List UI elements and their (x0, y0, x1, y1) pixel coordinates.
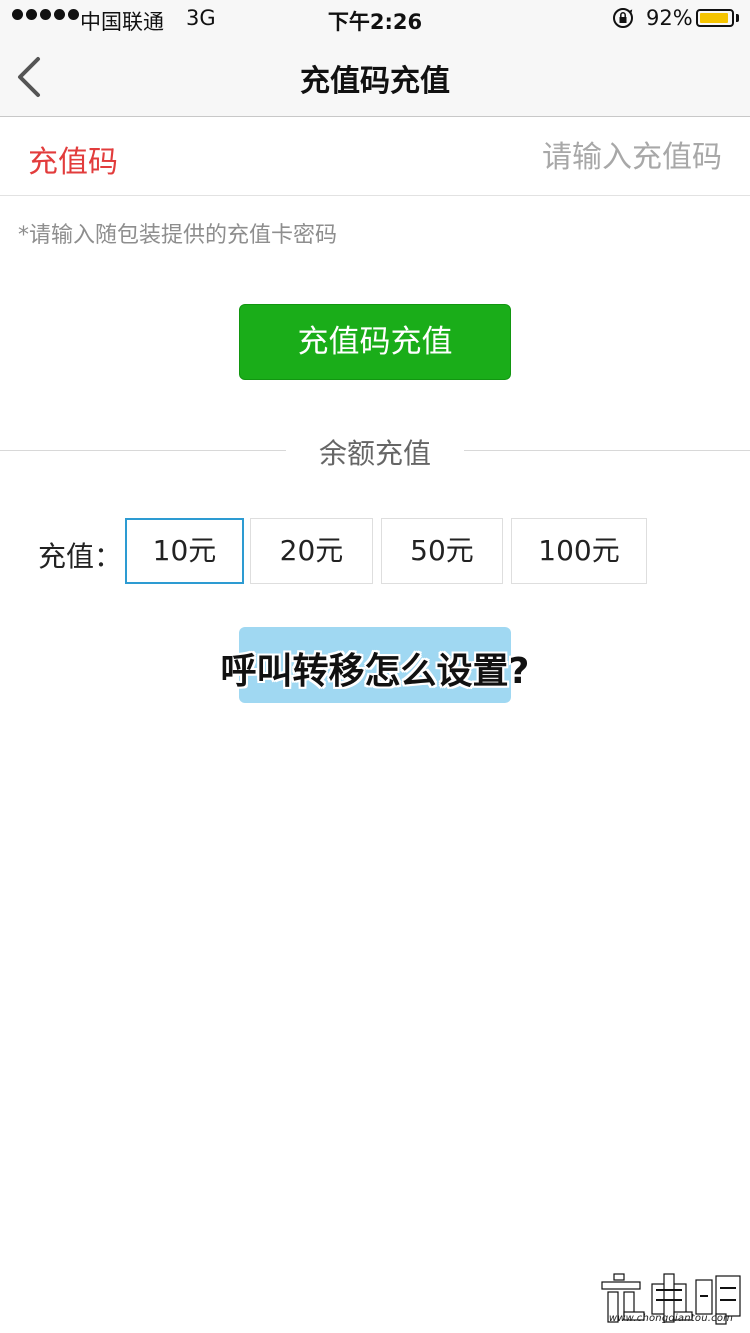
code-input[interactable] (320, 131, 724, 183)
page-title: 充值码充值 (300, 64, 450, 99)
code-field-label: 充值码 (28, 145, 118, 180)
amount-option-20[interactable]: 20元 (250, 518, 373, 584)
amount-option-50[interactable]: 50元 (381, 518, 503, 584)
status-time: 下午2:26 (327, 10, 423, 34)
orientation-lock-icon (613, 8, 633, 28)
amount-label: 充值： (38, 540, 123, 573)
code-input-row: 充值码 (0, 117, 750, 196)
redeem-code-button[interactable]: 充值码充值 (239, 304, 511, 380)
amount-option-10[interactable]: 10元 (125, 518, 244, 584)
amount-option-100[interactable]: 100元 (511, 518, 647, 584)
battery-percent: 92% (646, 6, 693, 30)
balance-section-title: 余额充值 (318, 437, 431, 470)
battery-tip (736, 14, 739, 22)
nav-bar: 充值码充值 (0, 38, 750, 117)
status-bar: 中国联通 3G 下午2:26 92% (0, 0, 750, 38)
watermark-domain: www.chongdiantou.com (608, 1313, 734, 1324)
hint-text: *请输入随包装提供的充值卡密码 (18, 223, 338, 248)
battery-icon (696, 9, 734, 27)
battery-fill (700, 13, 728, 23)
overlay-title: 呼叫转移怎么设置? (220, 651, 530, 692)
